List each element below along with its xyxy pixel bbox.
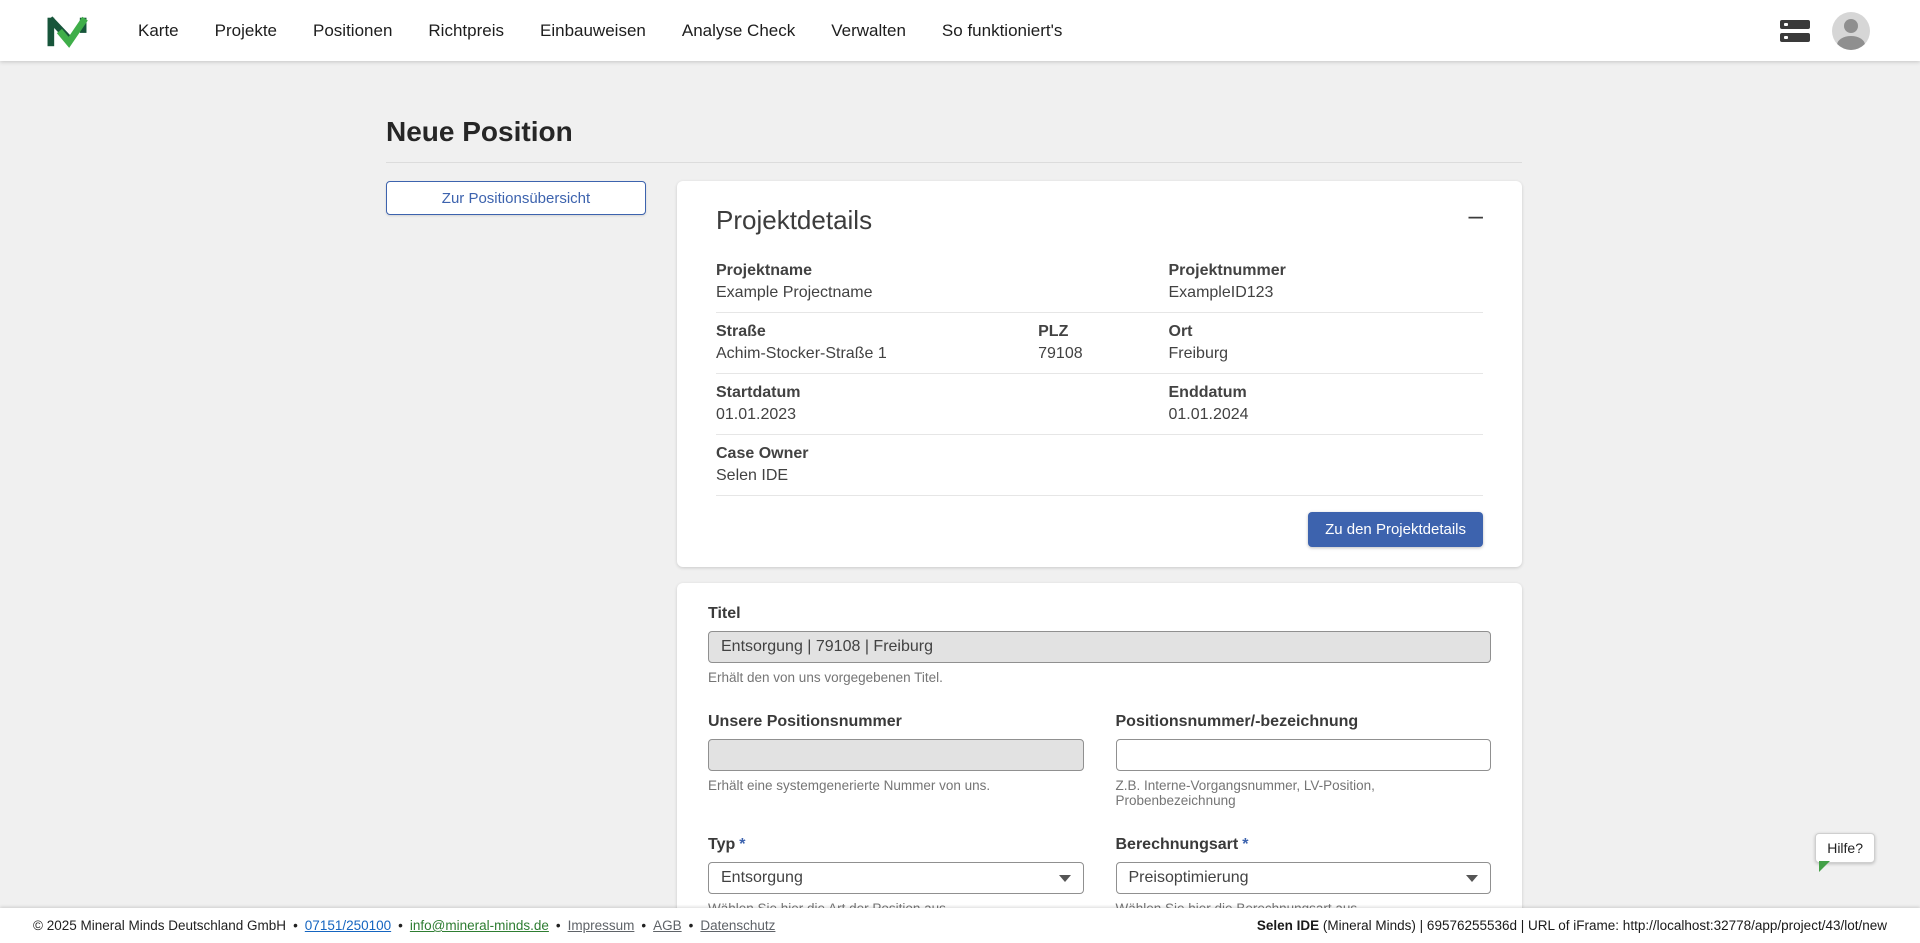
collapse-icon[interactable]: – <box>1469 205 1483 226</box>
typ-select[interactable]: Entsorgung <box>708 862 1084 894</box>
positionsnummer-help-text: Z.B. Interne-Vorgangsnummer, LV-Position… <box>1116 778 1492 808</box>
navbar-right <box>1780 12 1870 50</box>
nav-item-projekte[interactable]: Projekte <box>215 21 277 41</box>
nav-item-analyse-check[interactable]: Analyse Check <box>682 21 795 41</box>
unsere-positionsnummer-input <box>708 739 1084 771</box>
project-details-table: Projektname Example Projectname Projektn… <box>716 260 1483 496</box>
case-owner-label: Case Owner <box>716 445 1483 463</box>
projektname-value: Example Projectname <box>716 284 1169 302</box>
positionsnummer-label: Positionsnummer/-bezeichnung <box>1116 713 1359 730</box>
chevron-down-icon <box>1466 875 1478 882</box>
projektnummer-value: ExampleID123 <box>1169 284 1483 302</box>
unsere-positionsnummer-help-text: Erhält eine systemgenerierte Nummer von … <box>708 778 1084 793</box>
top-navbar: Karte Projekte Positionen Richtpreis Ein… <box>0 0 1920 61</box>
startdatum-label: Startdatum <box>716 384 1169 402</box>
nav-item-karte[interactable]: Karte <box>138 21 179 41</box>
nav-item-einbauweisen[interactable]: Einbauweisen <box>540 21 646 41</box>
enddatum-value: 01.01.2024 <box>1169 406 1483 424</box>
title-divider <box>386 162 1522 163</box>
typ-field: Typ* Entsorgung Wählen Sie hier die Art … <box>708 836 1084 916</box>
titel-label: Titel <box>708 605 741 622</box>
phone-link[interactable]: 07151/250100 <box>305 918 391 933</box>
nav-item-richtpreis[interactable]: Richtpreis <box>428 21 504 41</box>
nav-item-verwalten[interactable]: Verwalten <box>831 21 906 41</box>
titel-field: Titel Erhält den von uns vorgegebenen Ti… <box>708 605 1491 685</box>
session-user: Selen IDE <box>1257 918 1319 933</box>
typ-label: Typ* <box>708 836 746 853</box>
project-details-card: Projektdetails – Projektname Example Pro… <box>677 181 1522 567</box>
plz-value: 79108 <box>1038 345 1168 363</box>
startdatum-value: 01.01.2023 <box>716 406 1169 424</box>
berechnungsart-label-text: Berechnungsart <box>1116 836 1239 853</box>
unsere-positionsnummer-field: Unsere Positionsnummer Erhält eine syste… <box>708 713 1084 808</box>
help-button[interactable]: Hilfe? <box>1815 833 1875 863</box>
berechnungsart-select-value: Preisoptimierung <box>1129 869 1249 887</box>
left-column: Zur Positionsübersicht <box>386 181 677 943</box>
enddatum-label: Enddatum <box>1169 384 1483 402</box>
titel-input <box>708 631 1491 663</box>
main-content: Neue Position Zur Positionsübersicht Pro… <box>0 61 1920 943</box>
session-info: Selen IDE (Mineral Minds) | 69576255536d… <box>1242 903 1887 943</box>
footer: © 2025 Mineral Minds Deutschland GmbH • … <box>0 908 1920 943</box>
page-title: Neue Position <box>386 116 1920 148</box>
agb-link[interactable]: AGB <box>653 918 682 933</box>
session-details: (Mineral Minds) | 69576255536d | URL of … <box>1319 918 1887 933</box>
copyright-text: © 2025 Mineral Minds Deutschland GmbH <box>33 918 286 933</box>
berechnungsart-select[interactable]: Preisoptimierung <box>1116 862 1492 894</box>
nav-item-so-funktionierts[interactable]: So funktioniert's <box>942 21 1062 41</box>
required-asterisk: * <box>1242 836 1248 853</box>
table-row: Straße Achim-Stocker-Straße 1 PLZ 79108 … <box>716 312 1483 373</box>
titel-help-text: Erhält den von uns vorgegebenen Titel. <box>708 670 1491 685</box>
positionsnummer-field: Positionsnummer/-bezeichnung Z.B. Intern… <box>1116 713 1492 808</box>
required-asterisk: * <box>739 836 745 853</box>
berechnungsart-label: Berechnungsart* <box>1116 836 1249 853</box>
table-row: Case Owner Selen IDE <box>716 434 1483 495</box>
nav-item-positionen[interactable]: Positionen <box>313 21 392 41</box>
separator: • <box>556 918 561 933</box>
separator: • <box>293 918 298 933</box>
projektname-label: Projektname <box>716 262 1169 280</box>
ort-label: Ort <box>1169 323 1483 341</box>
table-row: Startdatum 01.01.2023 Enddatum 01.01.202… <box>716 373 1483 434</box>
right-column: Projektdetails – Projektname Example Pro… <box>677 181 1522 943</box>
case-owner-value: Selen IDE <box>716 467 1483 485</box>
separator: • <box>398 918 403 933</box>
project-details-button[interactable]: Zu den Projektdetails <box>1308 512 1483 547</box>
ort-value: Freiburg <box>1169 345 1483 363</box>
separator: • <box>689 918 694 933</box>
server-icon[interactable] <box>1780 20 1810 42</box>
impressum-link[interactable]: Impressum <box>568 918 635 933</box>
mineral-minds-logo-icon[interactable] <box>46 12 88 50</box>
positionsnummer-input[interactable] <box>1116 739 1492 771</box>
project-details-title: Projektdetails <box>716 205 872 236</box>
separator: • <box>641 918 646 933</box>
strasse-value: Achim-Stocker-Straße 1 <box>716 345 1038 363</box>
email-link[interactable]: info@mineral-minds.de <box>410 918 549 933</box>
typ-select-value: Entsorgung <box>721 869 803 887</box>
plz-label: PLZ <box>1038 323 1168 341</box>
table-row: Projektname Example Projectname Projektn… <box>716 260 1483 312</box>
user-avatar[interactable] <box>1832 12 1870 50</box>
datenschutz-link[interactable]: Datenschutz <box>700 918 775 933</box>
projektnummer-label: Projektnummer <box>1169 262 1483 280</box>
typ-label-text: Typ <box>708 836 735 853</box>
strasse-label: Straße <box>716 323 1038 341</box>
position-overview-button[interactable]: Zur Positionsübersicht <box>386 181 646 215</box>
unsere-positionsnummer-label: Unsere Positionsnummer <box>708 713 902 730</box>
main-nav: Karte Projekte Positionen Richtpreis Ein… <box>138 21 1062 41</box>
new-position-form-card: Titel Erhält den von uns vorgegebenen Ti… <box>677 583 1522 943</box>
chevron-down-icon <box>1059 875 1071 882</box>
